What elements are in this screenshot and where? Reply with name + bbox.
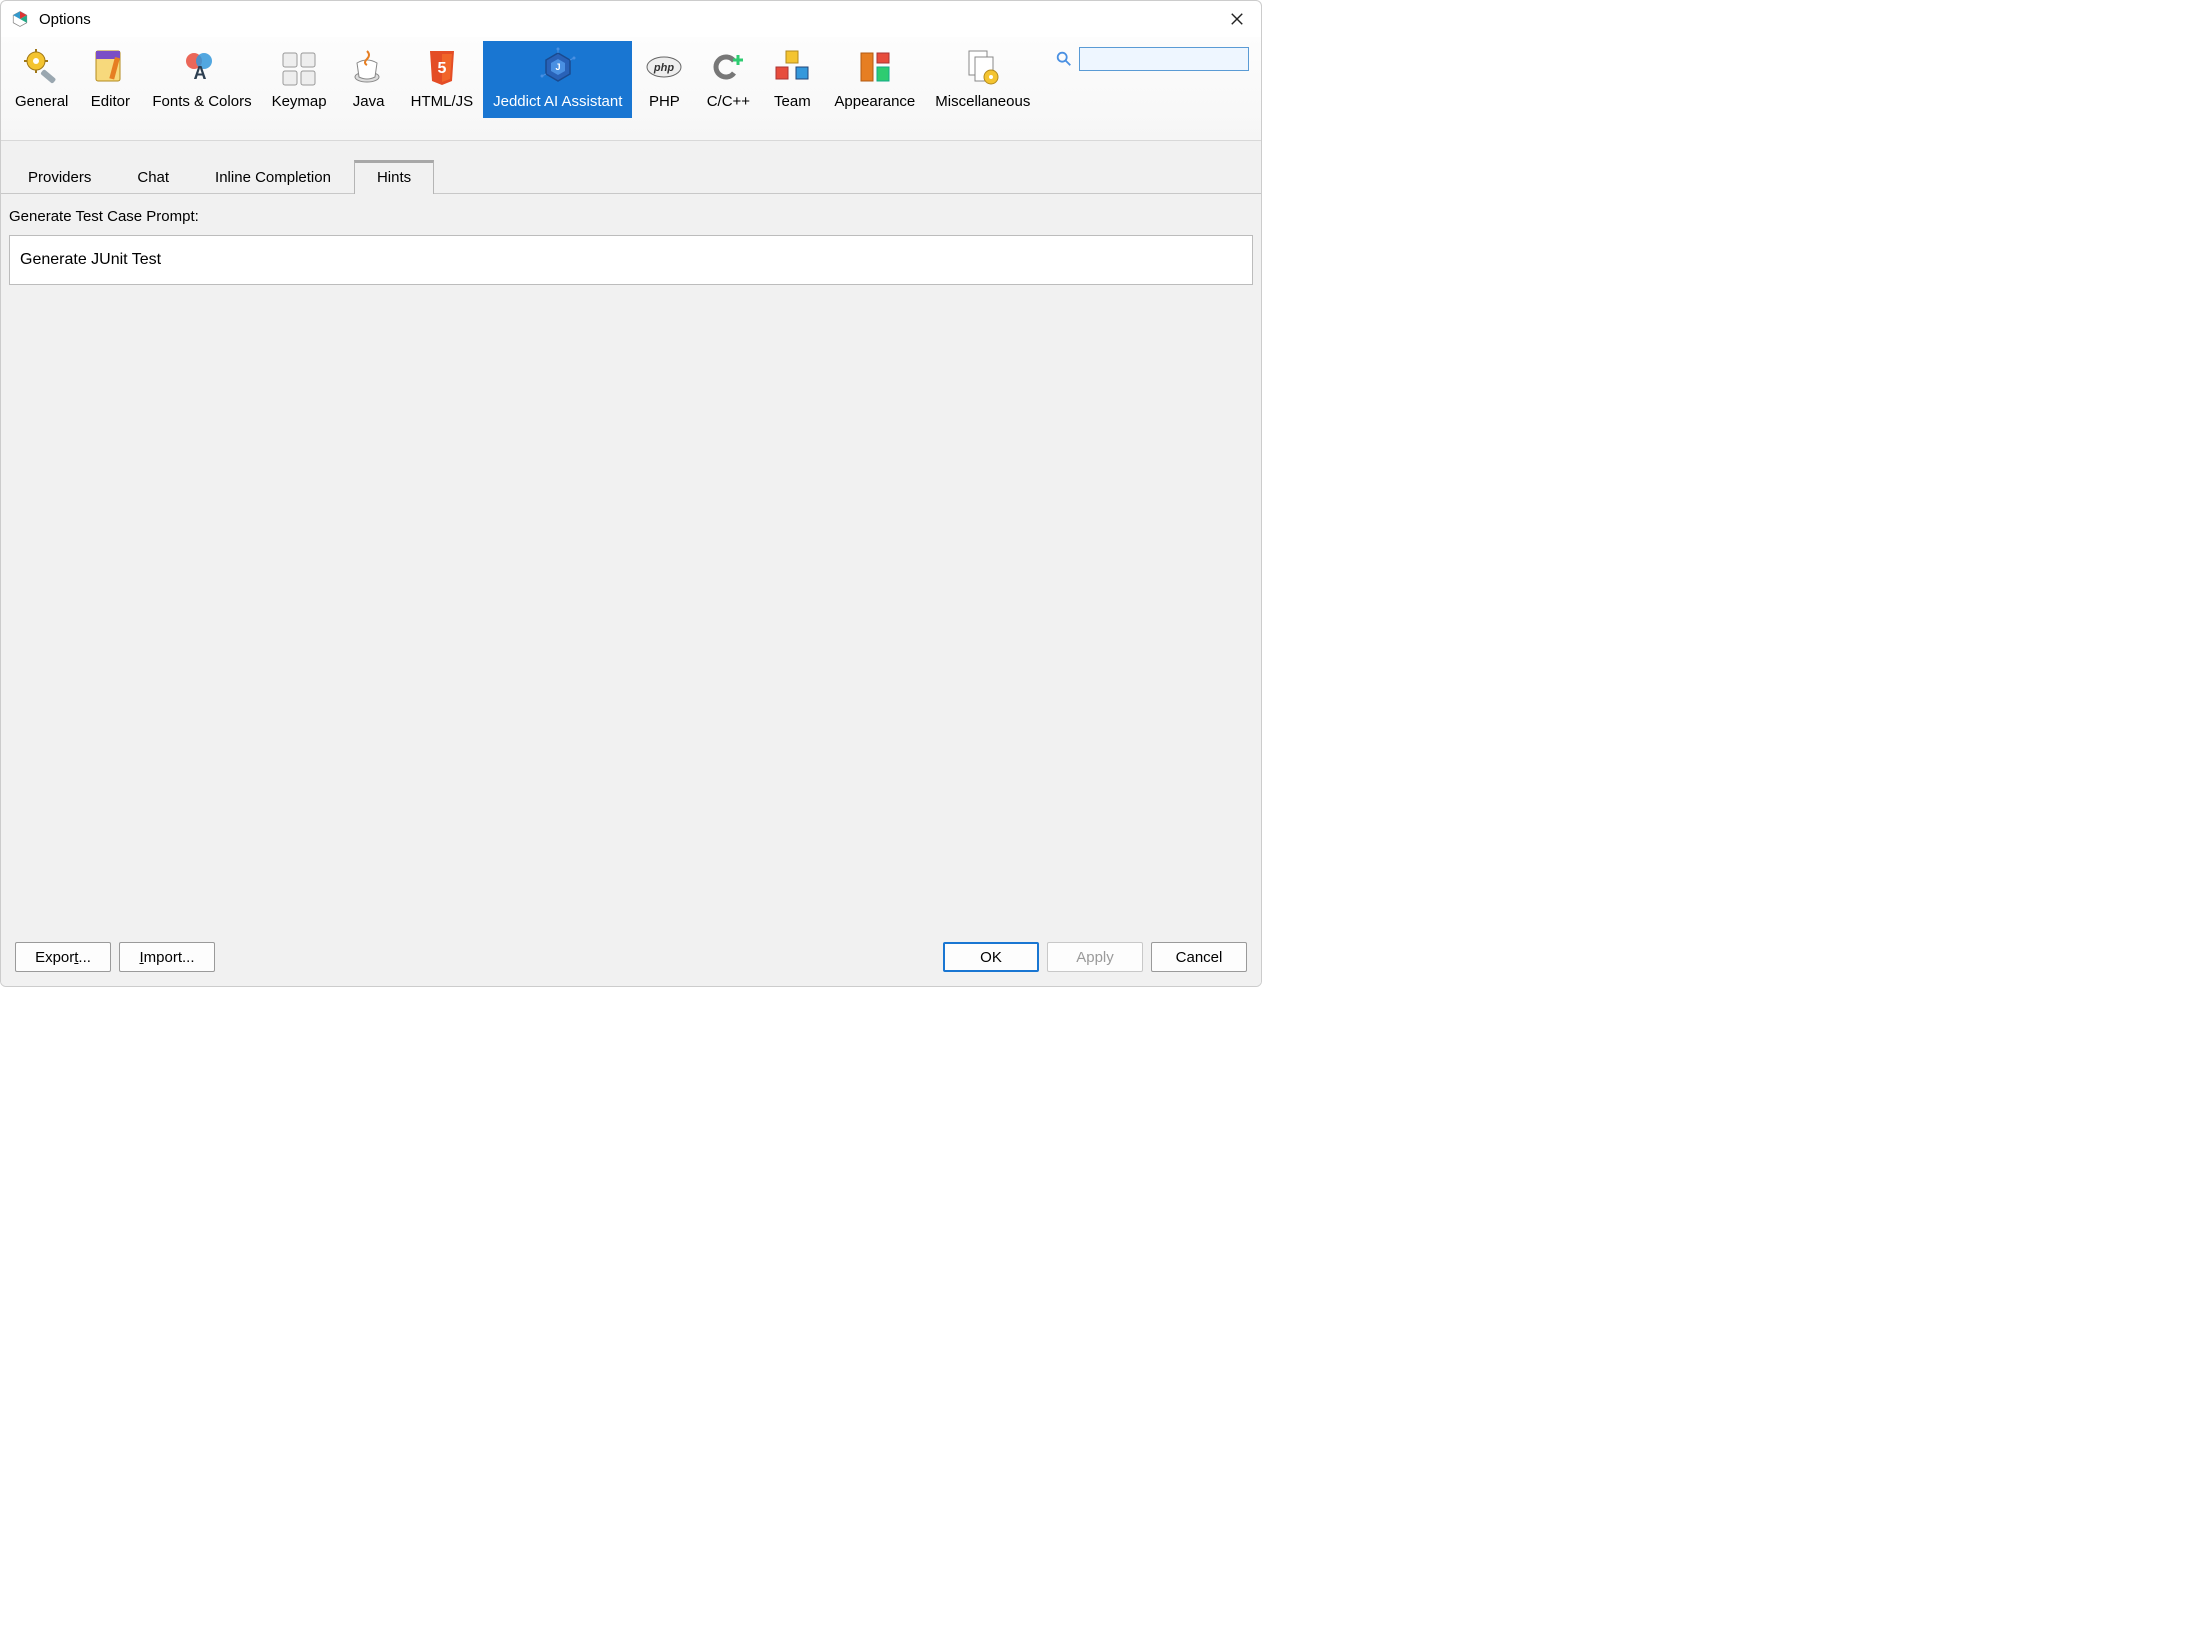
category-php[interactable]: php PHP	[632, 41, 696, 118]
category-label: Fonts & Colors	[148, 93, 255, 110]
search-input[interactable]	[1079, 47, 1249, 71]
panels-icon	[855, 47, 895, 87]
tab-hints[interactable]: Hints	[354, 160, 434, 194]
category-java[interactable]: Java	[337, 41, 401, 118]
html5-shield-icon: 5	[422, 47, 462, 87]
category-c-cpp[interactable]: C/C++	[696, 41, 760, 118]
category-jeddict-ai-assistant[interactable]: J Jeddict AI Assistant	[483, 41, 632, 118]
apply-button: Apply	[1047, 942, 1143, 972]
category-label: PHP	[645, 93, 684, 110]
content-area: Providers Chat Inline Completion Hints G…	[1, 141, 1261, 932]
tab-chat[interactable]: Chat	[114, 160, 192, 194]
category-label: Appearance	[830, 93, 919, 110]
category-fonts-colors[interactable]: A Fonts & Colors	[142, 41, 261, 118]
palette-letter-icon: A	[182, 47, 222, 87]
book-pencil-icon	[90, 47, 130, 87]
window-title: Options	[39, 11, 1223, 28]
category-toolbar: General Editor A Fonts & Colors	[1, 37, 1261, 141]
category-label: Miscellaneous	[931, 93, 1034, 110]
close-button[interactable]	[1223, 5, 1251, 33]
tab-providers[interactable]: Providers	[5, 160, 114, 194]
category-miscellaneous[interactable]: Miscellaneous	[925, 41, 1040, 118]
category-editor[interactable]: Editor	[78, 41, 142, 118]
svg-text:php: php	[653, 62, 674, 74]
cancel-button[interactable]: Cancel	[1151, 942, 1247, 972]
jeddict-hexagon-icon: J	[538, 47, 578, 87]
category-general[interactable]: General	[5, 41, 78, 118]
gear-wrench-icon	[22, 47, 62, 87]
category-label: C/C++	[703, 93, 754, 110]
category-label: Team	[770, 93, 815, 110]
prompt-label: Generate Test Case Prompt:	[9, 208, 1253, 225]
sub-tabs: Providers Chat Inline Completion Hints	[1, 141, 1261, 194]
cubes-icon	[772, 47, 812, 87]
category-team[interactable]: Team	[760, 41, 824, 118]
category-label: Editor	[87, 93, 134, 110]
php-badge-icon: php	[644, 47, 684, 87]
category-label: HTML/JS	[407, 93, 478, 110]
svg-text:5: 5	[437, 60, 446, 77]
c-plus-icon	[708, 47, 748, 87]
category-html-js[interactable]: 5 HTML/JS	[401, 41, 484, 118]
hints-panel: Generate Test Case Prompt:	[1, 194, 1261, 932]
options-window: Options General	[0, 0, 1262, 987]
tab-inline-completion[interactable]: Inline Completion	[192, 160, 354, 194]
dialog-footer: Export... Import... OK Apply Cancel	[1, 932, 1261, 986]
java-cup-icon	[349, 47, 389, 87]
prompt-input[interactable]	[9, 235, 1253, 285]
keyboard-keys-icon	[279, 47, 319, 87]
search-icon	[1055, 50, 1073, 68]
documents-gear-icon	[963, 47, 1003, 87]
titlebar: Options	[1, 1, 1261, 37]
category-label: Java	[349, 93, 389, 110]
svg-text:J: J	[555, 62, 560, 72]
toolbar-search	[1055, 47, 1249, 71]
category-label: Keymap	[268, 93, 331, 110]
ok-button[interactable]: OK	[943, 942, 1039, 972]
app-icon	[11, 10, 29, 28]
category-appearance[interactable]: Appearance	[824, 41, 925, 118]
category-label: Jeddict AI Assistant	[489, 93, 626, 110]
import-button[interactable]: Import...	[119, 942, 215, 972]
category-keymap[interactable]: Keymap	[262, 41, 337, 118]
category-label: General	[11, 93, 72, 110]
svg-text:A: A	[193, 63, 206, 83]
export-button[interactable]: Export...	[15, 942, 111, 972]
